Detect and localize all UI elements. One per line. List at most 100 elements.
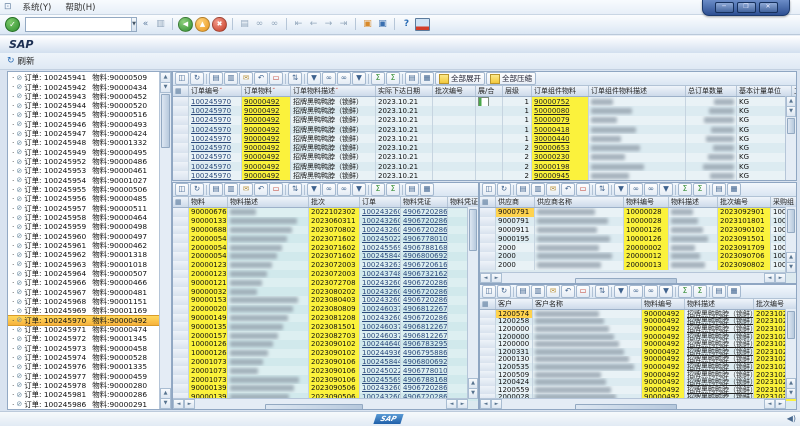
tree-item[interactable]: ·⊘订单: 100245956物料:90000485 (8, 194, 159, 203)
row-select-cell[interactable] (173, 287, 189, 296)
order-number-cell[interactable]: 100245970 (189, 116, 242, 125)
tree-item[interactable]: ·⊘订单: 100245976物料:90001335 (8, 362, 159, 371)
table-row[interactable]: 90001951000012620230915011000 (480, 234, 796, 243)
excel-export-icon[interactable]: ▤ (209, 183, 223, 196)
order-cell[interactable]: 100243260 (360, 384, 401, 393)
tree-item[interactable]: ·⊘订单: 100245972物料:90001345 (8, 334, 159, 343)
material-doc-cell[interactable]: 4906732162 (401, 270, 448, 279)
scroll-right-icon[interactable]: ► (491, 273, 502, 283)
row-select-cell[interactable] (480, 252, 496, 261)
table-row[interactable]: 120000090000492招牌黑鸭鸭脖（锁鲜）2023102201 (480, 333, 796, 341)
row-select-cell[interactable] (173, 217, 189, 226)
table-row[interactable]: 2000005420230716021002455694906788168202… (173, 243, 478, 252)
column-header[interactable]: 客户 (496, 299, 533, 309)
table-row[interactable]: 90007911000002820230929011000 (480, 208, 796, 217)
scrollbar-track[interactable] (502, 399, 764, 409)
subtotal-icon[interactable]: Σ (386, 183, 400, 196)
material-doc-cell[interactable]: 4906720286 (401, 314, 448, 323)
row-select-cell[interactable] (480, 348, 496, 356)
row-select-cell[interactable] (173, 340, 189, 349)
exit-icon[interactable]: ▲ (195, 17, 210, 32)
collapse-all-button[interactable]: 全部压缩 (486, 72, 536, 85)
column-header[interactable]: 订单编号˝ (189, 86, 242, 96)
order-cell[interactable]: 100245022 (360, 366, 401, 375)
tree-item[interactable]: ·⊘订单: 100245941物料:90000509 (8, 73, 159, 82)
row-select-cell[interactable] (480, 325, 496, 333)
order-cell[interactable]: 100245569 (360, 375, 401, 384)
row-select-cell[interactable] (173, 305, 189, 314)
undo-icon[interactable]: ↶ (254, 72, 268, 85)
column-header[interactable]: 订单组件物料描述 (589, 86, 686, 96)
table-row[interactable]: 10024597090000492招牌黑鸭鸭脖（锁鲜）2023.10.21150… (173, 106, 796, 115)
material-cell[interactable]: 10000126 (624, 226, 669, 235)
order-material-cell[interactable]: 90000492 (242, 116, 291, 125)
tree-item[interactable]: ·⊘订单: 100245957物料:90000511 (8, 204, 159, 213)
send-mail-icon[interactable]: ✉ (546, 285, 560, 298)
column-header[interactable]: 物料 (189, 197, 228, 207)
total-icon[interactable]: Σ (678, 183, 692, 196)
row-select-cell[interactable] (173, 322, 189, 331)
back-icon[interactable]: ◀ (178, 17, 193, 32)
table-row[interactable]: 120055990000492招牌黑鸭鸭脖（锁鲜）2023102201 (480, 386, 796, 394)
expand-cell[interactable] (476, 143, 503, 152)
subtotal-icon[interactable]: Σ (693, 285, 707, 298)
row-select-cell[interactable] (173, 143, 189, 152)
row-select-cell[interactable] (480, 243, 496, 252)
component-material-cell[interactable]: 30000440 (532, 134, 589, 143)
supplier-cell[interactable]: 9000195 (496, 234, 535, 243)
column-header[interactable]: 订单物料˝ (242, 86, 291, 96)
order-material-cell[interactable]: 90000492 (242, 162, 291, 171)
material-doc-cell[interactable]: 4906800692 (401, 252, 448, 261)
batch-cell[interactable]: 2023091501 (718, 234, 771, 243)
column-header[interactable]: 采购组 (771, 197, 796, 207)
refresh-icon[interactable]: ↻ (190, 183, 204, 196)
material-cell[interactable]: 90000492 (642, 386, 685, 394)
material-desc-cell[interactable]: 招牌黑鸭鸭脖（锁鲜） (685, 378, 754, 386)
row-select-cell[interactable] (173, 153, 189, 162)
scroll-right-icon[interactable]: ► (775, 399, 786, 409)
find-next-icon[interactable]: ∞ (644, 285, 658, 298)
table-row[interactable]: 9000014920230812081002432604906720286202… (173, 314, 478, 323)
expand-cell[interactable] (476, 171, 503, 180)
column-header[interactable]: 展/合 (476, 86, 503, 96)
material-doc-cell[interactable]: 4906720616 (401, 261, 448, 270)
table-row[interactable]: 9000003220230802021002432604906720286202… (173, 287, 478, 296)
column-header[interactable]: 物料凭证 (401, 197, 448, 207)
tree-item[interactable]: ·⊘订单: 100245960物料:90000497 (8, 232, 159, 241)
table-row[interactable]: 10024597090000492招牌黑鸭鸭脖（锁鲜）2023.10.21290… (173, 171, 796, 180)
batch-cell[interactable]: 2023072003 (309, 270, 360, 279)
material-doc-cell[interactable]: 4906783295 (401, 340, 448, 349)
material-doc-cell[interactable]: 4906800692 (401, 358, 448, 367)
material-doc-cell[interactable]: 4906788168 (401, 243, 448, 252)
vertical-scrollbar[interactable]: ▲▼▲▼ (159, 72, 171, 409)
material-cell[interactable]: 10000126 (189, 340, 228, 349)
material-cell[interactable]: 10000028 (624, 208, 669, 217)
scrollbar-thumb[interactable] (575, 278, 677, 283)
component-material-cell[interactable]: 90000653 (532, 143, 589, 152)
order-cell[interactable]: 100243260 (360, 226, 401, 235)
scroll-right-icon[interactable]: ► (775, 273, 786, 283)
column-header[interactable]: 订单组件物料 (532, 86, 589, 96)
customer-cell[interactable]: 1200000 (496, 340, 533, 348)
material-doc-cell[interactable]: 4906778010 (401, 234, 448, 243)
speaker-icon[interactable]: ◀) (787, 414, 796, 423)
batch-cell[interactable]: 2023071602 (309, 243, 360, 252)
minimize-button[interactable]: ─ (715, 2, 734, 13)
row-select-cell[interactable] (480, 363, 496, 371)
set-filter-icon[interactable]: ▼ (659, 183, 673, 196)
table-row[interactable]: 9000015320230804031002432604906720286202… (173, 296, 478, 305)
material-cell[interactable]: 90000153 (189, 296, 228, 305)
scroll-left-icon[interactable]: ◄ (764, 273, 775, 283)
component-material-cell[interactable]: 30000230 (532, 153, 589, 162)
order-number-cell[interactable]: 100245970 (189, 125, 242, 134)
expand-cell[interactable] (476, 125, 503, 134)
row-select-cell[interactable] (480, 356, 496, 364)
order-cell[interactable]: 100245844 (360, 358, 401, 367)
component-material-cell[interactable]: 90000945 (532, 171, 589, 180)
select-all-corner[interactable]: ▦ (173, 197, 189, 207)
scrollbar-track[interactable] (195, 399, 446, 409)
customer-cell[interactable]: 1200258 (496, 318, 533, 326)
find-icon[interactable]: ∞ (322, 72, 336, 85)
material-cell[interactable]: 20000013 (624, 261, 669, 270)
expand-cell[interactable] (476, 106, 503, 115)
